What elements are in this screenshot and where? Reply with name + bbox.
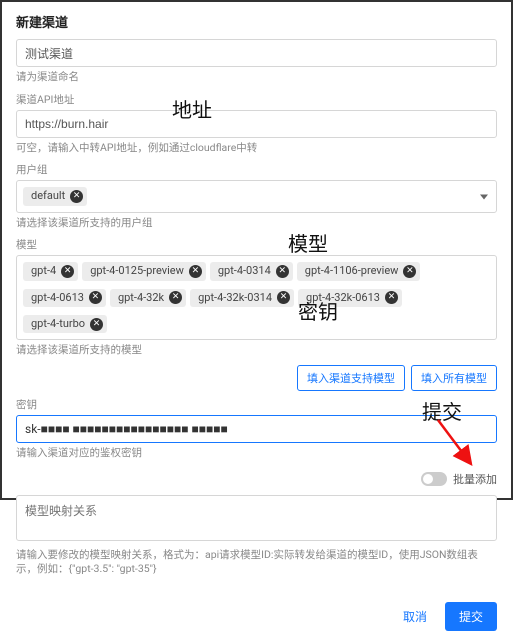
channel-name-input[interactable]: [16, 39, 497, 67]
models-select[interactable]: gpt-4✕gpt-4-0125-preview✕gpt-4-0314✕gpt-…: [16, 255, 497, 340]
tag-label: default: [31, 189, 65, 203]
tag-gpt-4-turbo[interactable]: gpt-4-turbo ✕: [23, 315, 107, 333]
tag-gpt-4-0125-preview[interactable]: gpt-4-0125-preview ✕: [82, 262, 206, 280]
fill-supported-models-button[interactable]: 填入渠道支持模型: [297, 365, 405, 391]
fill-all-models-button[interactable]: 填入所有模型: [411, 365, 497, 391]
tag-label: gpt-4-0125-preview: [90, 264, 184, 278]
channel-name-helper: 请为渠道命名: [16, 70, 497, 85]
cancel-button[interactable]: 取消: [393, 603, 437, 630]
usergroup-select[interactable]: default ✕: [16, 180, 497, 212]
usergroup-helper: 请选择该渠道所支持的用户组: [16, 216, 497, 231]
remove-tag-icon[interactable]: ✕: [90, 318, 103, 331]
tag-gpt-4-32k-0613[interactable]: gpt-4-32k-0613 ✕: [298, 289, 402, 307]
tag-gpt-4-32k[interactable]: gpt-4-32k ✕: [110, 289, 186, 307]
tag-label: gpt-4-32k-0613: [306, 291, 380, 305]
api-url-helper: 可空，请输入中转API地址，例如通过cloudflare中转: [16, 141, 497, 156]
remove-tag-icon[interactable]: ✕: [385, 291, 398, 304]
chevron-down-icon: [480, 194, 488, 199]
tag-label: gpt-4-0314: [218, 264, 271, 278]
api-url-input[interactable]: [16, 110, 497, 138]
remove-tag-icon[interactable]: ✕: [169, 291, 182, 304]
remove-tag-icon[interactable]: ✕: [189, 265, 202, 278]
remove-tag-icon[interactable]: ✕: [61, 265, 74, 278]
tag-label: gpt-4-1106-preview: [305, 264, 399, 278]
remove-tag-icon[interactable]: ✕: [277, 291, 290, 304]
usergroup-label: 用户组: [16, 162, 497, 177]
batch-add-toggle[interactable]: [421, 472, 447, 486]
remove-tag-icon[interactable]: ✕: [276, 265, 289, 278]
tag-label: gpt-4-32k: [118, 291, 164, 305]
tag-gpt-4[interactable]: gpt-4 ✕: [23, 262, 78, 280]
secret-label: 密钥: [16, 397, 497, 412]
tag-gpt-4-0314[interactable]: gpt-4-0314 ✕: [210, 262, 293, 280]
secret-input[interactable]: [16, 415, 497, 443]
model-mapping-helper: 请输入要修改的模型映射关系，格式为：api请求模型ID:实际转发给渠道的模型ID…: [16, 548, 497, 577]
tag-label: gpt-4-0613: [31, 291, 84, 305]
tag-gpt-4-32k-0314[interactable]: gpt-4-32k-0314 ✕: [190, 289, 294, 307]
remove-tag-icon[interactable]: ✕: [403, 265, 416, 278]
tag-label: gpt-4-turbo: [31, 317, 85, 331]
tag-gpt-4-1106-preview[interactable]: gpt-4-1106-preview ✕: [297, 262, 421, 280]
submit-button[interactable]: 提交: [445, 602, 497, 631]
models-helper: 请选择该渠道所支持的模型: [16, 343, 497, 358]
tag-label: gpt-4-32k-0314: [198, 291, 272, 305]
batch-add-label: 批量添加: [453, 471, 497, 487]
models-label: 模型: [16, 237, 497, 252]
secret-helper: 请输入渠道对应的鉴权密钥: [16, 446, 497, 461]
modal-title: 新建渠道: [2, 2, 511, 39]
remove-tag-icon[interactable]: ✕: [89, 291, 102, 304]
remove-tag-icon[interactable]: ✕: [70, 190, 83, 203]
tag-label: gpt-4: [31, 264, 56, 278]
tag-default[interactable]: default ✕: [23, 187, 87, 205]
tag-gpt-4-0613[interactable]: gpt-4-0613 ✕: [23, 289, 106, 307]
api-url-label: 渠道API地址: [16, 92, 497, 107]
model-mapping-textarea[interactable]: [16, 495, 497, 541]
